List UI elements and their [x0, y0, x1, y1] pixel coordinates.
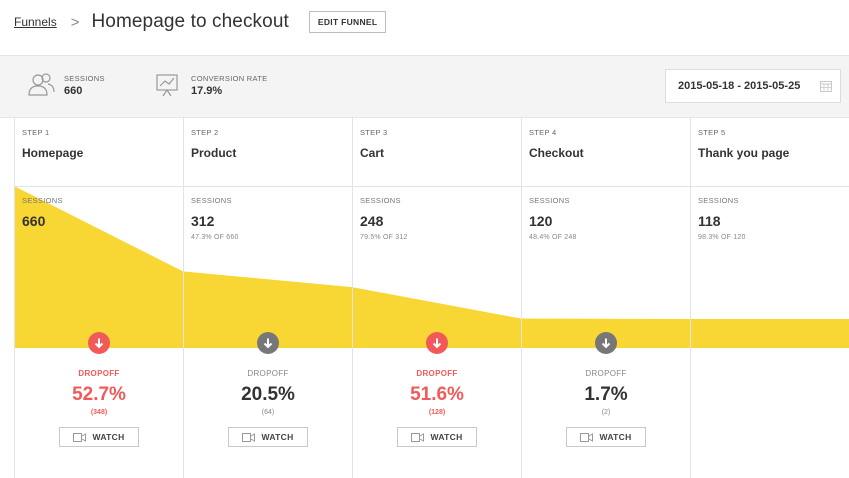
- watch-label: WATCH: [261, 432, 294, 442]
- sessions-value: 660: [64, 84, 83, 97]
- step-number: STEP 2: [191, 128, 219, 137]
- breadcrumb-separator: >: [70, 13, 80, 31]
- dropoff-count: (2): [601, 409, 611, 416]
- sessions-percent-of-previous: 48.4% OF 248: [529, 234, 577, 241]
- watch-label: WATCH: [599, 432, 632, 442]
- stats-bar: SESSIONS 660 CONVERSION RATE 17.9% 2015-…: [0, 55, 849, 118]
- sessions-label: SESSIONS: [529, 196, 570, 205]
- dropoff-percent: 1.7%: [584, 384, 628, 405]
- dropoff-label: DROPOFF: [78, 369, 120, 378]
- sessions-count: 120: [529, 213, 553, 229]
- dropoff-panel-1: DROPOFF 52.7% (348) WATCH: [14, 332, 184, 447]
- step-number: STEP 1: [22, 128, 50, 137]
- date-range-value: 2015-05-18 - 2015-05-25: [678, 80, 801, 92]
- dropoff-panel-4: DROPOFF 1.7% (2) WATCH: [521, 332, 691, 447]
- watch-button[interactable]: WATCH: [566, 427, 646, 447]
- dropoff-panel-2: DROPOFF 20.5% (64) WATCH: [183, 332, 353, 447]
- users-icon: [28, 73, 55, 96]
- video-camera-icon: [73, 432, 87, 442]
- date-range-picker[interactable]: 2015-05-18 - 2015-05-25: [665, 69, 841, 103]
- step-name: Checkout: [529, 146, 584, 160]
- dropoff-label: DROPOFF: [585, 369, 627, 378]
- calendar-icon: [820, 81, 832, 92]
- sessions-count: 248: [360, 213, 384, 229]
- page-title: Homepage to checkout: [91, 11, 289, 32]
- watch-label: WATCH: [430, 432, 463, 442]
- conversion-stat: CONVERSION RATE 17.9%: [153, 71, 267, 99]
- watch-button[interactable]: WATCH: [397, 427, 477, 447]
- breadcrumb-funnels-link[interactable]: Funnels: [14, 15, 57, 29]
- sessions-count: 660: [22, 213, 46, 229]
- sessions-percent-of-previous: 98.3% OF 120: [698, 234, 746, 241]
- conversion-label: CONVERSION RATE: [191, 73, 268, 83]
- arrow-down-icon: [88, 332, 110, 354]
- funnel-table: STEP 1 Homepage SESSIONS 660 STEP 2 Prod…: [0, 118, 849, 478]
- dropoff-label: DROPOFF: [247, 369, 289, 378]
- step-number: STEP 4: [529, 128, 557, 137]
- page-header: Funnels > Homepage to checkout EDIT FUNN…: [14, 0, 834, 44]
- video-camera-icon: [580, 432, 594, 442]
- arrow-down-icon: [257, 332, 279, 354]
- presentation-chart-icon: [156, 74, 178, 97]
- arrow-down-icon: [595, 332, 617, 354]
- step-name: Thank you page: [698, 146, 790, 160]
- video-camera-icon: [242, 432, 256, 442]
- step-column-5: STEP 5 Thank you page SESSIONS 118 98.3%…: [698, 118, 848, 478]
- sessions-count: 312: [191, 213, 215, 229]
- video-camera-icon: [411, 432, 425, 442]
- sessions-label: SESSIONS: [64, 73, 105, 83]
- dropoff-count: (348): [90, 409, 108, 416]
- arrow-down-icon: [426, 332, 448, 354]
- watch-label: WATCH: [92, 432, 125, 442]
- step-number: STEP 5: [698, 128, 726, 137]
- edit-funnel-button[interactable]: EDIT FUNNEL: [308, 11, 387, 33]
- dropoff-percent: 20.5%: [241, 384, 295, 405]
- step-number: STEP 3: [360, 128, 388, 137]
- sessions-percent-of-previous: 79.5% OF 312: [360, 234, 408, 241]
- dropoff-percent: 52.7%: [72, 384, 126, 405]
- step-name: Cart: [360, 146, 385, 160]
- sessions-label: SESSIONS: [191, 196, 232, 205]
- conversion-value: 17.9%: [191, 84, 223, 97]
- sessions-stat: SESSIONS 660: [26, 71, 105, 99]
- dropoff-count: (64): [261, 409, 275, 416]
- dropoff-label: DROPOFF: [416, 369, 458, 378]
- sessions-count: 118: [698, 213, 721, 229]
- watch-button[interactable]: WATCH: [228, 427, 308, 447]
- sessions-label: SESSIONS: [22, 196, 63, 205]
- step-name: Homepage: [22, 146, 84, 160]
- dropoff-percent: 51.6%: [410, 384, 464, 405]
- dropoff-panel-3: DROPOFF 51.6% (128) WATCH: [352, 332, 522, 447]
- step-name: Product: [191, 146, 237, 160]
- sessions-label: SESSIONS: [698, 196, 739, 205]
- watch-button[interactable]: WATCH: [59, 427, 139, 447]
- sessions-label: SESSIONS: [360, 196, 401, 205]
- sessions-percent-of-previous: 47.3% OF 660: [191, 234, 239, 241]
- dropoff-count: (128): [428, 409, 446, 416]
